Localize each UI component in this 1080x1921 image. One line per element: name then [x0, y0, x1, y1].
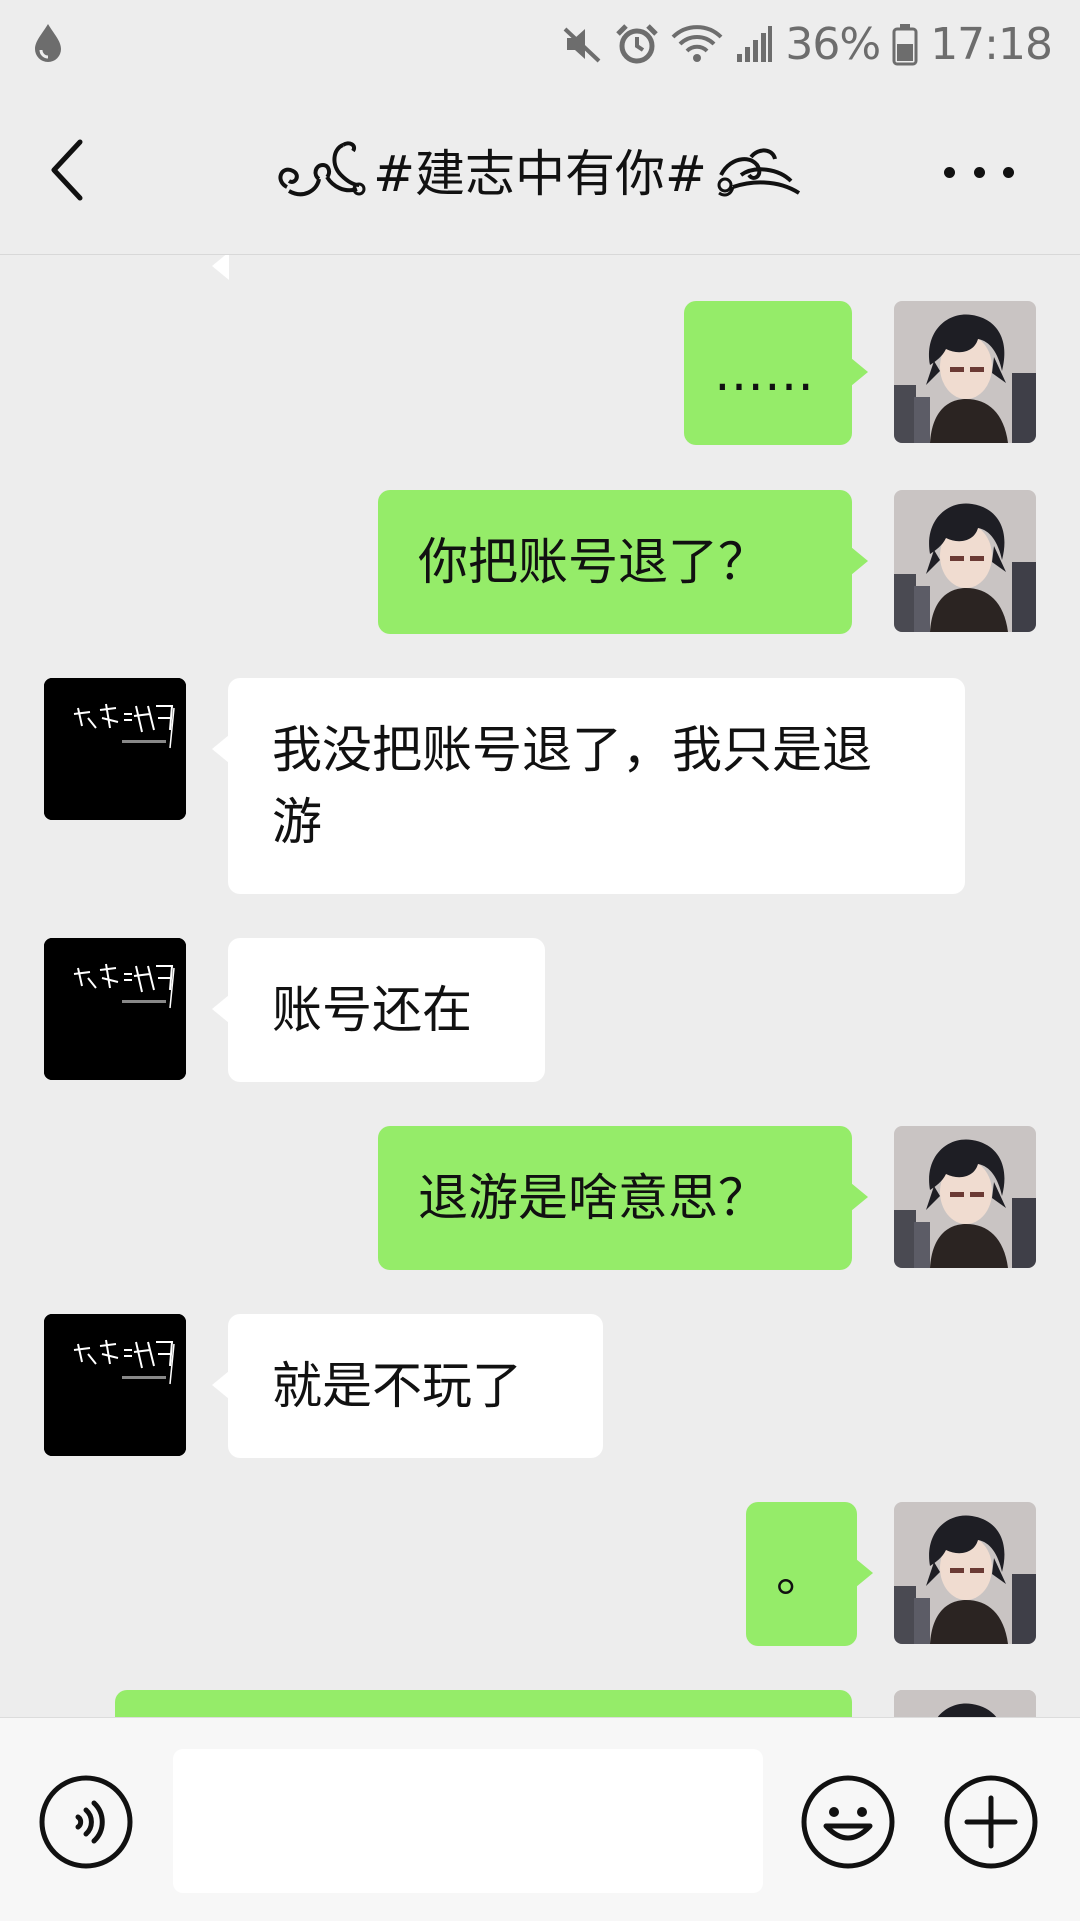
battery-percent: 36%: [785, 18, 881, 70]
chat-header: #建志中有你#: [0, 88, 1080, 255]
more-dots-icon: [944, 166, 955, 178]
status-icons: 36% 17:18: [561, 14, 1053, 74]
message-text: 。: [776, 1545, 826, 1603]
message-text: 就是不玩了: [272, 1357, 522, 1415]
signal-icon: [735, 24, 773, 64]
plus-icon: [944, 1775, 1038, 1869]
my-avatar[interactable]: [894, 490, 1036, 632]
anime-avatar-image: [894, 1502, 1036, 1644]
calligraphy-avatar-image: [44, 678, 186, 820]
alarm-icon: [615, 22, 659, 66]
more-dot: [1003, 166, 1014, 178]
message-bubble-sent[interactable]: 。: [746, 1502, 873, 1646]
more-dot: [973, 166, 985, 178]
ornament-left-icon: [273, 135, 369, 205]
more-functions-button[interactable]: [943, 1774, 1039, 1870]
message-bubble-sent[interactable]: 退游是啥意思？: [378, 1126, 868, 1270]
my-avatar[interactable]: [894, 1690, 1036, 1717]
calligraphy-avatar-image: [44, 1314, 186, 1456]
message-text: 退游是啥意思？: [418, 1169, 768, 1227]
chat-title-text: #建志中有你#: [373, 145, 707, 203]
message-bubble-sent[interactable]: 你把账号退了？: [378, 490, 868, 634]
message-input[interactable]: [173, 1749, 763, 1893]
contact-avatar[interactable]: [44, 938, 186, 1080]
voice-icon: [39, 1775, 133, 1869]
message-bubble-partial[interactable]: [115, 1690, 852, 1717]
message-bubble-received[interactable]: 账号还在: [212, 938, 545, 1082]
status-bar: 36% 17:18: [0, 0, 1080, 88]
message-text: ……: [714, 344, 814, 402]
message-list[interactable]: …… 你把账号退了？ 我没把账号退了，我只是退游 账号还在 退游是啥意思？ 就是…: [0, 255, 1080, 1717]
message-text: 我没把账号退了，我只是退游: [272, 721, 872, 851]
input-bar: [0, 1717, 1080, 1921]
water-drop-icon: [28, 20, 68, 64]
my-avatar[interactable]: [894, 1502, 1036, 1644]
contact-avatar[interactable]: [44, 678, 186, 820]
message-bubble-sent[interactable]: ……: [684, 301, 868, 445]
battery-icon: [892, 22, 918, 66]
message-bubble-received[interactable]: 就是不玩了: [212, 1314, 603, 1458]
anime-avatar-image: [894, 1690, 1036, 1717]
ornament-right-icon: [711, 135, 807, 205]
clock: 17:18: [930, 18, 1053, 70]
wifi-icon: [671, 23, 723, 65]
my-avatar[interactable]: [894, 301, 1036, 443]
emoji-button[interactable]: [800, 1774, 896, 1870]
voice-input-button[interactable]: [38, 1774, 134, 1870]
contact-avatar[interactable]: [44, 1314, 186, 1456]
message-text: 你把账号退了？: [418, 533, 768, 591]
anime-avatar-image: [894, 301, 1036, 443]
message-bubble-received[interactable]: 我没把账号退了，我只是退游: [212, 678, 965, 894]
anime-avatar-image: [894, 1126, 1036, 1268]
calligraphy-avatar-image: [44, 938, 186, 1080]
anime-avatar-image: [894, 490, 1036, 632]
message-text: 账号还在: [272, 981, 472, 1039]
emoji-icon: [801, 1775, 895, 1869]
mute-icon: [561, 23, 603, 65]
more-options-button[interactable]: [944, 152, 1014, 192]
my-avatar[interactable]: [894, 1126, 1036, 1268]
chat-title: #建志中有你#: [0, 130, 1080, 210]
